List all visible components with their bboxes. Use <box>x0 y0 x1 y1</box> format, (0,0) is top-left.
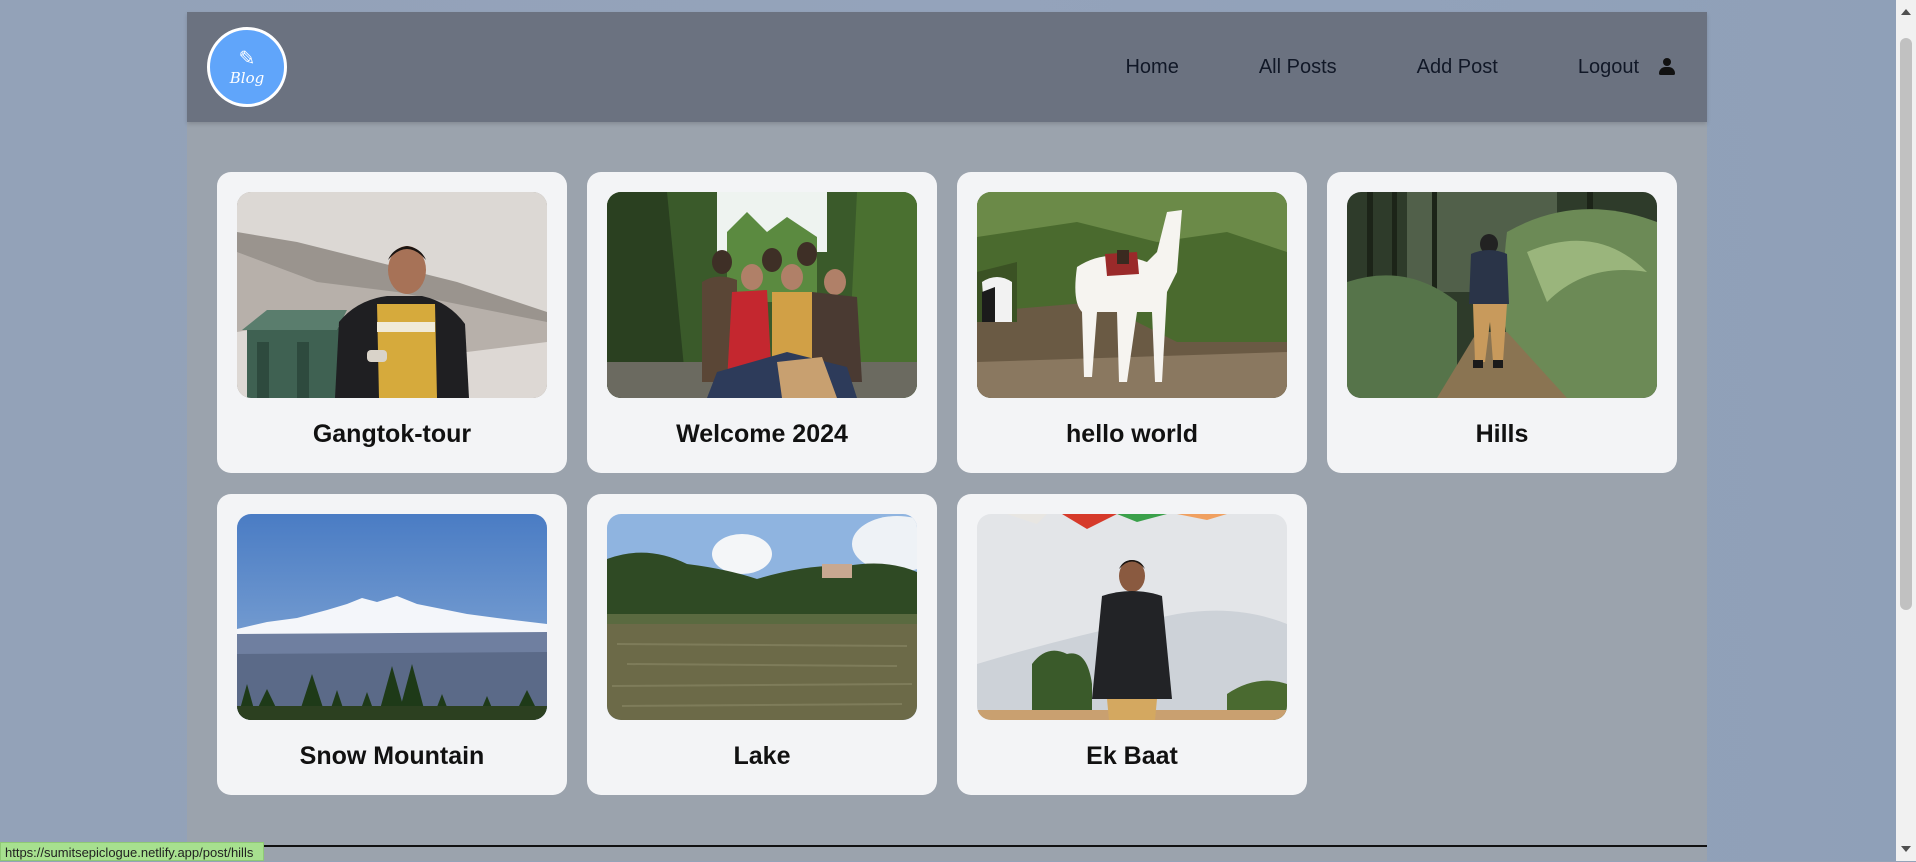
desk-icon: ✎ <box>238 48 256 70</box>
post-title[interactable]: Lake <box>587 742 937 771</box>
post-image[interactable] <box>237 192 547 398</box>
post-card[interactable]: Welcome 2024 <box>587 172 937 473</box>
link-status-bar: https://sumitsepiclogue.netlify.app/post… <box>0 842 265 861</box>
post-title[interactable]: Hills <box>1327 420 1677 449</box>
post-card[interactable]: Lake <box>587 494 937 795</box>
scroll-up-arrow-icon[interactable] <box>1901 9 1911 15</box>
vertical-scrollbar[interactable] <box>1896 0 1916 861</box>
post-image[interactable] <box>607 514 917 720</box>
logo-text: Blog <box>229 69 265 87</box>
post-title[interactable]: Gangtok-tour <box>217 420 567 449</box>
post-card[interactable]: Ek Baat <box>957 494 1307 795</box>
page-bottom-border <box>187 845 1707 847</box>
navbar: ✎ Blog Home All Posts Add Post Logout <box>187 12 1707 122</box>
post-card[interactable]: Gangtok-tour <box>217 172 567 473</box>
nav-all-posts-link[interactable]: All Posts <box>1219 56 1377 79</box>
nav-home-link[interactable]: Home <box>1085 56 1218 79</box>
app-container: ✎ Blog Home All Posts Add Post Logout Ga… <box>187 12 1707 861</box>
scrollbar-thumb[interactable] <box>1900 38 1912 610</box>
post-card[interactable]: Snow Mountain <box>217 494 567 795</box>
user-icon[interactable] <box>1659 58 1675 76</box>
scroll-down-arrow-icon[interactable] <box>1901 846 1911 852</box>
post-image[interactable] <box>1347 192 1657 398</box>
post-card[interactable]: hello world <box>957 172 1307 473</box>
post-image[interactable] <box>237 514 547 720</box>
blog-logo[interactable]: ✎ Blog <box>207 27 287 107</box>
post-image[interactable] <box>977 192 1287 398</box>
post-title[interactable]: Welcome 2024 <box>587 420 937 449</box>
main-nav: Home All Posts Add Post Logout <box>1085 12 1707 122</box>
nav-logout-link[interactable]: Logout <box>1538 56 1659 79</box>
nav-add-post-link[interactable]: Add Post <box>1377 56 1538 79</box>
post-card[interactable]: Hills <box>1327 172 1677 473</box>
post-title[interactable]: hello world <box>957 420 1307 449</box>
post-image[interactable] <box>607 192 917 398</box>
post-title[interactable]: Ek Baat <box>957 742 1307 771</box>
post-title[interactable]: Snow Mountain <box>217 742 567 771</box>
post-image[interactable] <box>977 514 1287 720</box>
